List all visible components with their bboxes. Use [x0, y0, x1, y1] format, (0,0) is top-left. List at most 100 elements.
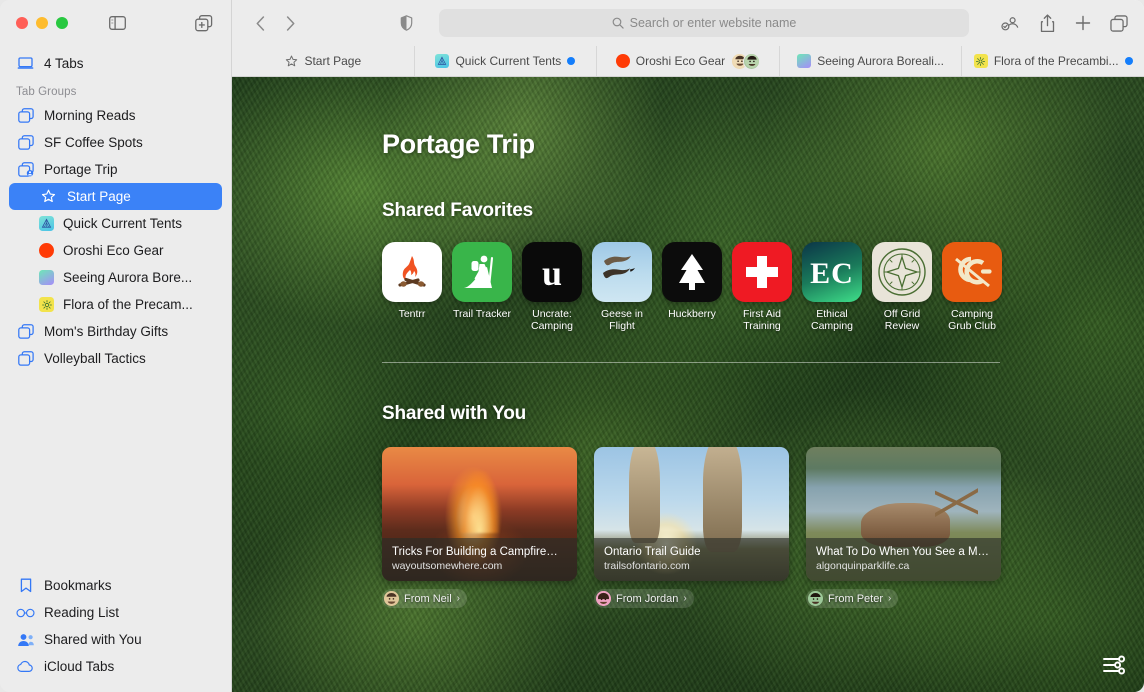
tab-label: Quick Current Tents [455, 54, 562, 68]
sidebar-item-morning-reads[interactable]: Morning Reads [9, 102, 222, 129]
tab-label: Start Page [304, 54, 362, 68]
privacy-shield-icon[interactable] [392, 10, 420, 36]
close-button[interactable] [16, 17, 28, 29]
back-button[interactable] [246, 10, 274, 36]
sidebar-item-bookmarks[interactable]: Bookmarks [9, 572, 222, 599]
card-from-row[interactable]: From Neil › [382, 589, 468, 608]
sidebar-item-icloud-tabs[interactable]: iCloud Tabs [9, 653, 222, 680]
sidebar-item-start-page[interactable]: Start Page [9, 183, 222, 210]
site-favicon-tents [39, 216, 54, 231]
tab-flora-of-the-precambrian[interactable]: Flora of the Precambi... [962, 46, 1144, 76]
pine-tree-icon [662, 242, 722, 302]
minimize-button[interactable] [36, 17, 48, 29]
card-from-label: From Neil [404, 592, 452, 605]
site-favicon-oroshi [615, 54, 630, 68]
sidebar-item-reading-list[interactable]: Reading List [9, 599, 222, 626]
sidebar-item-portage-trip[interactable]: Portage Trip [9, 156, 222, 183]
card-image[interactable]: Ontario Trail Guide trailsofontario.com [594, 447, 789, 581]
favorite-label: Uncrate: Camping [530, 308, 574, 332]
sidebar-item-label: Portage Trip [44, 162, 118, 177]
shared-favorites-heading: Shared Favorites [382, 200, 533, 221]
card-image[interactable]: Tricks For Building a Campfire—F... wayo… [382, 447, 577, 581]
sidebar-item-shared-with-you[interactable]: Shared with You [9, 626, 222, 653]
sidebar-item-label: Shared with You [44, 632, 142, 647]
favorites-grid: Tentrr Trail Tracker u Uncrate: Camping … [382, 242, 1002, 332]
safari-window: 4 Tabs Tab Groups Morning Reads SF Coffe… [0, 0, 1144, 692]
favorite-geese-in-flight[interactable]: Geese in Flight [592, 242, 652, 332]
favorite-first-aid-training[interactable]: First Aid Training [732, 242, 792, 332]
chevron-right-icon: › [456, 593, 461, 604]
favorite-uncrate-camping[interactable]: u Uncrate: Camping [522, 242, 582, 332]
card-image[interactable]: What To Do When You See a Moo... algonqu… [806, 447, 1001, 581]
share-participants-icon[interactable] [1000, 12, 1022, 34]
sidebar-icon[interactable] [106, 13, 128, 33]
shared-card-moose[interactable]: What To Do When You See a Moo... algonqu… [806, 447, 1001, 608]
people-icon [16, 630, 35, 649]
card-meta: Tricks For Building a Campfire—F... wayo… [382, 538, 577, 581]
window-controls-row [0, 0, 231, 46]
favorite-ethical-camping[interactable]: EC Ethical Camping [802, 242, 862, 332]
toolbar: Search or enter website name [232, 0, 1144, 46]
unread-dot-icon [1124, 57, 1133, 65]
share-icon[interactable] [1036, 12, 1058, 34]
favorite-tentrr[interactable]: Tentrr [382, 242, 442, 332]
sidebar-item-volleyball-tactics[interactable]: Volleyball Tactics [9, 345, 222, 372]
chevron-right-icon: › [888, 593, 892, 604]
start-page-content: Portage Trip Shared Favorites Tentrr Tra… [232, 77, 1144, 692]
sidebar-item-all-tabs[interactable]: 4 Tabs [9, 50, 222, 77]
tab-oroshi-eco-gear[interactable]: Oroshi Eco Gear [597, 46, 780, 76]
tab-start-page[interactable]: Start Page [232, 46, 415, 76]
glasses-icon [16, 603, 35, 622]
card-title: Ontario Trail Guide [604, 546, 701, 558]
toolbar-right-group [988, 12, 1130, 34]
campfire-icon [382, 242, 442, 302]
shared-card-trail-guide[interactable]: Ontario Trail Guide trailsofontario.com … [594, 447, 789, 608]
favorite-off-grid-review[interactable]: Off Grid Review [872, 242, 932, 332]
site-favicon-flora [39, 297, 54, 312]
tab-quick-current-tents[interactable]: Quick Current Tents [415, 46, 598, 76]
avatar [808, 591, 823, 606]
star-icon [284, 54, 298, 68]
favorite-huckberry[interactable]: Huckberry [662, 242, 722, 332]
favorite-trail-tracker[interactable]: Trail Tracker [452, 242, 512, 332]
sidebar-item-flora-precambrian[interactable]: Flora of the Precam... [9, 291, 222, 318]
sidebar-item-oroshi-eco-gear[interactable]: Oroshi Eco Gear [9, 237, 222, 264]
favorite-camping-grub-club[interactable]: Camping Grub Club [942, 242, 1002, 332]
sidebar-item-label: Seeing Aurora Bore... [63, 270, 193, 285]
favorite-label: Huckberry [668, 308, 716, 320]
tab-label: Seeing Aurora Boreali... [817, 54, 944, 68]
card-meta: Ontario Trail Guide trailsofontario.com [594, 538, 789, 581]
shared-card-campfire[interactable]: Tricks For Building a Campfire—F... wayo… [382, 447, 577, 608]
star-icon [39, 187, 58, 206]
tab-groups-header: Tab Groups [16, 86, 77, 98]
sidebar-item-seeing-aurora[interactable]: Seeing Aurora Bore... [9, 264, 222, 291]
zoom-button[interactable] [56, 17, 68, 29]
card-meta: What To Do When You See a Moo... algonqu… [806, 538, 1001, 581]
tab-group-icon [16, 322, 35, 341]
sidebar-item-moms-birthday-gifts[interactable]: Mom's Birthday Gifts [9, 318, 222, 345]
tab-group-shared-icon [16, 160, 35, 179]
sidebar-item-label: Quick Current Tents [63, 216, 183, 231]
card-from-row[interactable]: From Jordan › [594, 589, 694, 608]
compass-icon [872, 242, 932, 302]
start-page-settings-button[interactable] [1100, 652, 1130, 678]
sidebar: 4 Tabs Tab Groups Morning Reads SF Coffe… [0, 0, 232, 692]
forward-button[interactable] [276, 10, 304, 36]
card-from-row[interactable]: From Peter › [806, 589, 899, 608]
card-title: Tricks For Building a Campfire—F... [392, 546, 567, 558]
sidebar-item-label: 4 Tabs [44, 56, 84, 71]
sidebar-item-label: Morning Reads [44, 108, 136, 123]
favorite-label: Off Grid Review [883, 308, 921, 332]
cloud-icon [16, 657, 35, 676]
favorite-label: Geese in Flight [600, 308, 644, 332]
sidebar-item-label: Bookmarks [44, 578, 112, 593]
sidebar-item-sf-coffee-spots[interactable]: SF Coffee Spots [9, 129, 222, 156]
card-host: algonquinparklife.ca [816, 560, 910, 572]
new-tab-icon[interactable] [1072, 12, 1094, 34]
tab-overview-icon[interactable] [1108, 12, 1130, 34]
sidebar-item-quick-current-tents[interactable]: Quick Current Tents [9, 210, 222, 237]
sidebar-item-label: Flora of the Precam... [63, 297, 193, 312]
tab-seeing-aurora-borealis[interactable]: Seeing Aurora Boreali... [780, 46, 963, 76]
address-bar[interactable]: Search or enter website name [439, 9, 969, 37]
new-tab-group-icon[interactable] [193, 13, 215, 33]
